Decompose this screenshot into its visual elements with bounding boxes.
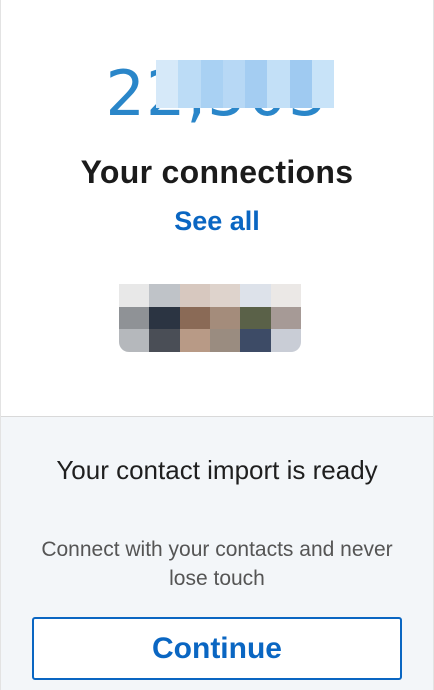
count-redaction [156, 60, 334, 108]
connections-card: 22,505 Your connections See all Your con… [0, 0, 434, 690]
see-all-link[interactable]: See all [1, 206, 433, 237]
connection-count-container: 22,505 [1, 56, 433, 132]
continue-button[interactable]: Continue [32, 617, 402, 680]
contact-import-section: Your contact import is ready Connect wit… [1, 417, 433, 690]
connections-section: 22,505 Your connections See all [1, 0, 433, 416]
contact-import-heading: Your contact import is ready [56, 455, 378, 485]
contact-import-subtext: Connect with your contacts and never los… [41, 538, 393, 590]
connections-title: Your connections [80, 154, 354, 190]
connection-avatars-redacted[interactable] [119, 284, 301, 352]
